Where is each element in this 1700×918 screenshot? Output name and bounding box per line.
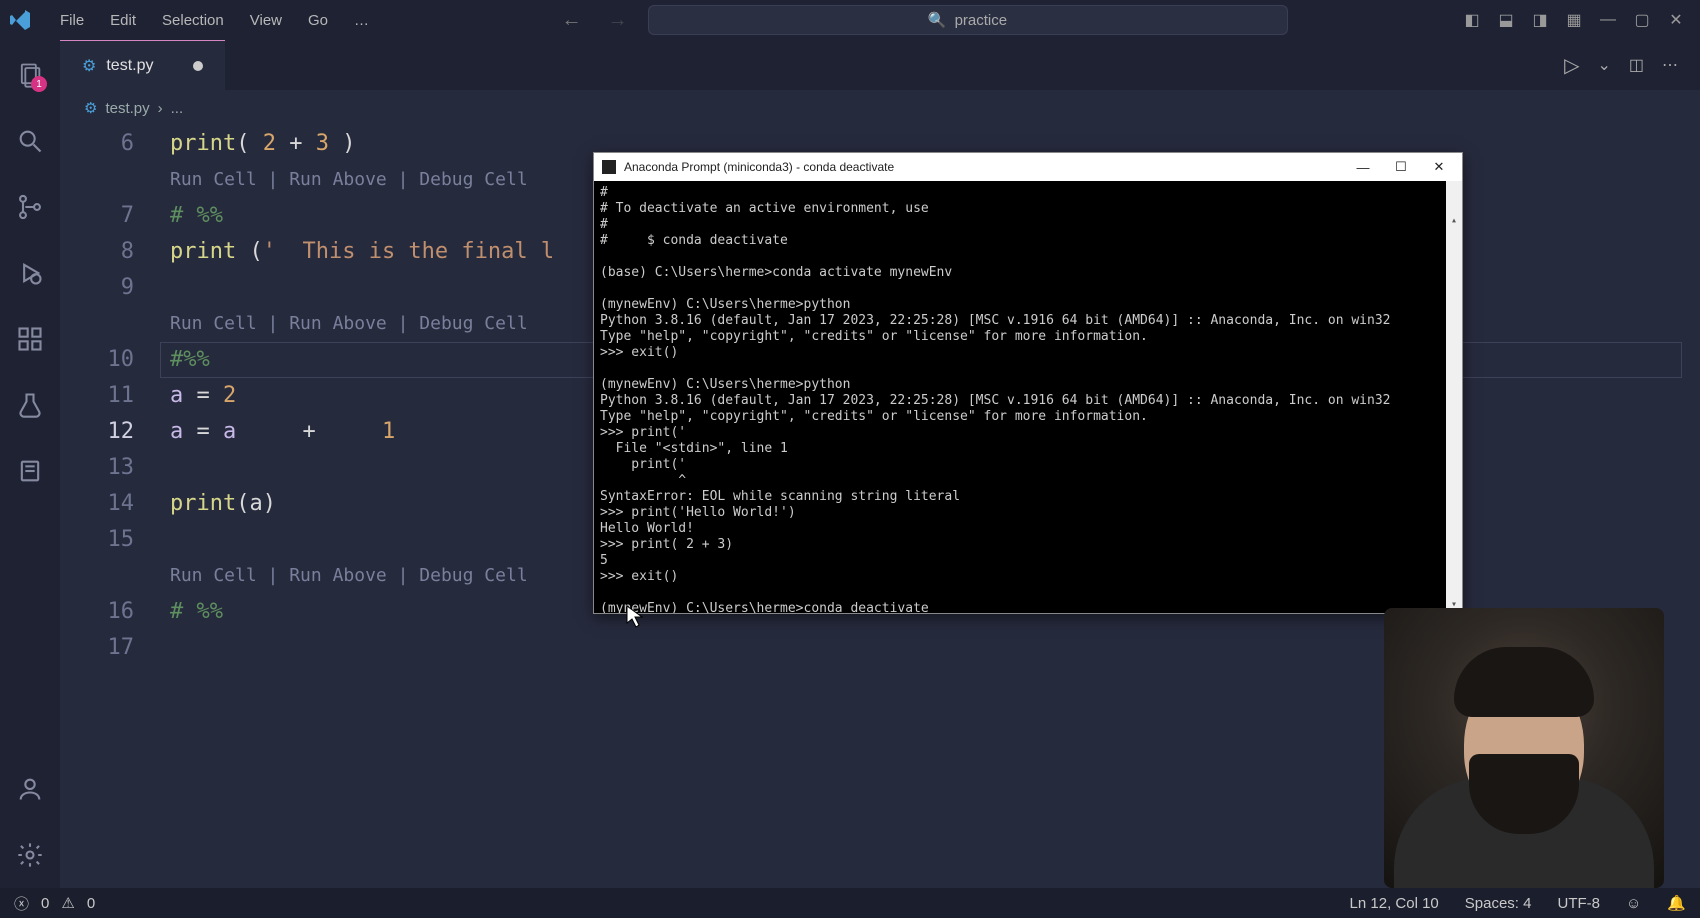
webcam-overlay (1384, 608, 1664, 888)
line-gutter: 6 7 8 9 10 11 12 13 14 15 16 17 (60, 126, 160, 888)
terminal-line: >>> exit() (600, 345, 678, 360)
nav-forward-icon[interactable]: → (602, 9, 634, 32)
terminal-line: # (600, 217, 608, 232)
activity-bar: 1 (0, 40, 60, 888)
settings-gear-icon[interactable] (15, 840, 45, 870)
command-center-search[interactable]: 🔍 practice (648, 5, 1288, 35)
terminal-line: (base) C:\Users\herme>conda activate myn… (600, 265, 952, 280)
explorer-icon[interactable]: 1 (15, 60, 45, 90)
mouse-cursor-icon (626, 605, 644, 629)
menu-edit[interactable]: Edit (98, 8, 148, 33)
python-file-icon: ⚙ (84, 99, 97, 117)
terminal-line: print(' (600, 457, 686, 472)
error-icon[interactable]: ⓧ (14, 893, 29, 914)
notifications-bell-icon[interactable]: 🔔 (1667, 894, 1686, 912)
search-placeholder: practice (955, 12, 1008, 29)
terminal-line: (mynewEnv) C:\Users\herme>python (600, 377, 850, 392)
jupyter-icon[interactable] (15, 456, 45, 486)
menu-go[interactable]: Go (296, 8, 340, 33)
breadcrumb-rest[interactable]: ... (171, 100, 184, 117)
terminal-line: Type "help", "copyright", "credits" or "… (600, 409, 1148, 424)
breadcrumb-sep-icon: › (158, 100, 163, 117)
terminal-line: (mynewEnv) C:\Users\herme>conda deactiva… (600, 601, 929, 613)
testing-icon[interactable] (15, 390, 45, 420)
terminal-line: >>> print( 2 + 3) (600, 537, 733, 552)
tab-dirty-indicator-icon (193, 61, 203, 71)
status-lncol[interactable]: Ln 12, Col 10 (1350, 895, 1439, 912)
terminal-line: File "<stdin>", line 1 (600, 441, 788, 456)
window-maximize-icon[interactable]: ▢ (1632, 10, 1652, 30)
terminal-close-icon[interactable]: ✕ (1424, 157, 1454, 177)
run-file-icon[interactable]: ▷ (1564, 53, 1579, 78)
menu-bar: File Edit Selection View Go … (48, 8, 381, 33)
menu-file[interactable]: File (48, 8, 96, 33)
menu-overflow[interactable]: … (342, 8, 381, 33)
nav-back-icon[interactable]: ← (556, 9, 588, 32)
terminal-maximize-icon[interactable]: ☐ (1386, 157, 1416, 177)
warning-count[interactable]: 0 (87, 895, 95, 912)
split-editor-icon[interactable]: ◫ (1629, 55, 1644, 75)
tab-test-py[interactable]: ⚙ test.py (60, 40, 225, 90)
terminal-line: # $ conda deactivate (600, 233, 788, 248)
run-dropdown-icon[interactable]: ⌄ (1597, 55, 1610, 75)
run-debug-icon[interactable] (15, 258, 45, 288)
source-control-icon[interactable] (15, 192, 45, 222)
terminal-line: Type "help", "copyright", "credits" or "… (600, 329, 1148, 344)
terminal-title-text: Anaconda Prompt (miniconda3) - conda dea… (624, 160, 894, 174)
layout-sidebar-right-icon[interactable]: ◨ (1530, 10, 1550, 30)
terminal-line: (mynewEnv) C:\Users\herme>python (600, 297, 850, 312)
terminal-line: # (600, 185, 608, 200)
terminal-line: SyntaxError: EOL while scanning string l… (600, 489, 960, 504)
search-icon[interactable] (15, 126, 45, 156)
status-encoding[interactable]: UTF-8 (1557, 895, 1600, 912)
extensions-icon[interactable] (15, 324, 45, 354)
explorer-badge: 1 (31, 76, 47, 92)
vscode-logo-icon (8, 8, 32, 32)
layout-sidebar-left-icon[interactable]: ◧ (1462, 10, 1482, 30)
search-icon: 🔍 (928, 11, 947, 29)
layout-panel-icon[interactable]: ⬓ (1496, 10, 1516, 30)
menu-selection[interactable]: Selection (150, 8, 236, 33)
terminal-line: Python 3.8.16 (default, Jan 17 2023, 22:… (600, 313, 1391, 328)
breadcrumb-file[interactable]: test.py (105, 100, 149, 117)
terminal-body[interactable]: # # To deactivate an active environment,… (594, 181, 1462, 613)
terminal-line: >>> exit() (600, 569, 678, 584)
terminal-title-bar[interactable]: Anaconda Prompt (miniconda3) - conda dea… (594, 153, 1462, 181)
terminal-line: Hello World! (600, 521, 694, 536)
status-spaces[interactable]: Spaces: 4 (1465, 895, 1532, 912)
window-minimize-icon[interactable]: ― (1598, 11, 1618, 29)
terminal-minimize-icon[interactable]: ― (1348, 157, 1378, 177)
menu-view[interactable]: View (238, 8, 294, 33)
window-close-icon[interactable]: ✕ (1666, 10, 1686, 30)
scroll-up-icon[interactable]: ▴ (1446, 213, 1462, 229)
terminal-line: Python 3.8.16 (default, Jan 17 2023, 22:… (600, 393, 1391, 408)
breadcrumb[interactable]: ⚙ test.py › ... (60, 90, 1700, 126)
terminal-scrollbar[interactable]: ▴ ▾ (1446, 181, 1462, 613)
tab-more-icon[interactable]: ⋯ (1662, 55, 1678, 75)
python-file-icon: ⚙ (82, 56, 96, 76)
status-bar: ⓧ 0 ⚠ 0 Ln 12, Col 10 Spaces: 4 UTF-8 ☺ … (0, 888, 1700, 918)
layout-customize-icon[interactable]: ▦ (1564, 10, 1584, 30)
terminal-line: 5 (600, 553, 608, 568)
title-bar: File Edit Selection View Go … ← → 🔍 prac… (0, 0, 1700, 40)
accounts-icon[interactable] (15, 774, 45, 804)
tab-filename: test.py (106, 57, 153, 75)
terminal-line: >>> print('Hello World!') (600, 505, 796, 520)
editor-tabs: ⚙ test.py ▷ ⌄ ◫ ⋯ (60, 40, 1700, 90)
terminal-line: >>> print(' (600, 425, 686, 440)
terminal-line: ^ (600, 473, 686, 488)
anaconda-prompt-window[interactable]: Anaconda Prompt (miniconda3) - conda dea… (593, 152, 1463, 614)
feedback-icon[interactable]: ☺ (1626, 895, 1641, 912)
terminal-app-icon (602, 160, 616, 174)
error-count[interactable]: 0 (41, 895, 49, 912)
terminal-line: # To deactivate an active environment, u… (600, 201, 929, 216)
warning-icon[interactable]: ⚠ (61, 894, 74, 912)
